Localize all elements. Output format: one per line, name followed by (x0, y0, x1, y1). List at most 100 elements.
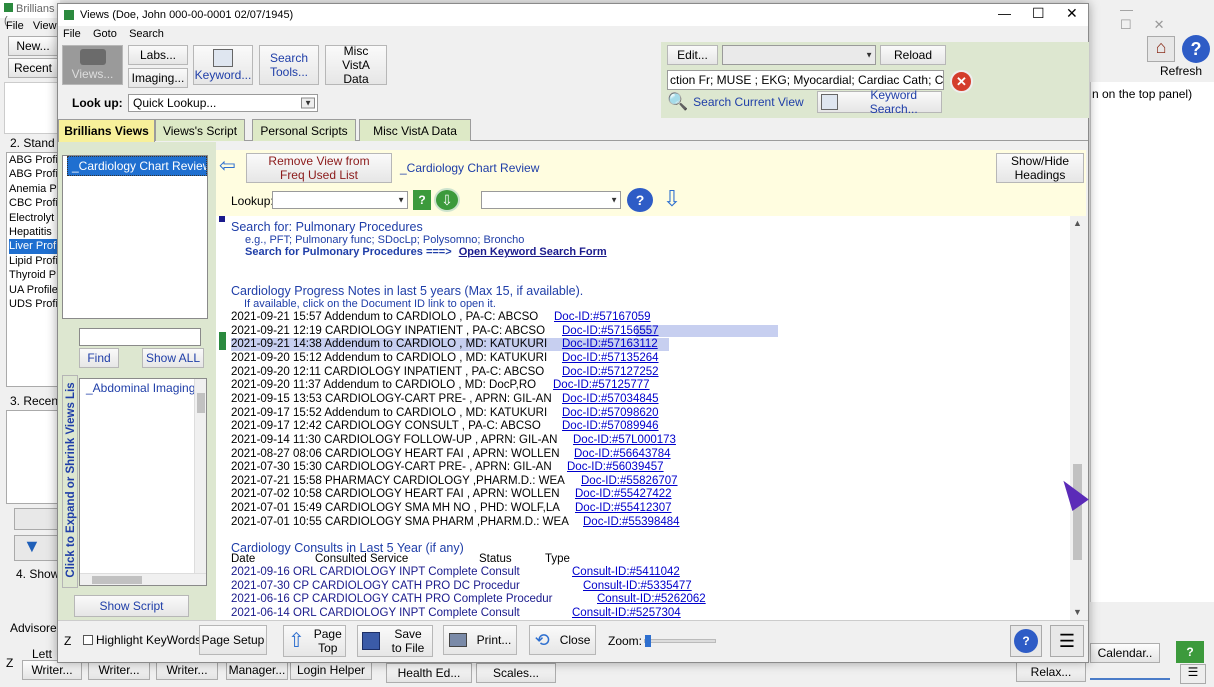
bg-standard-item[interactable]: UDS Profi (9, 297, 59, 311)
doc-id-link[interactable]: Doc-ID:#57163112 (562, 338, 658, 351)
bg-standard-item[interactable]: Anemia P (9, 182, 59, 196)
reload-button[interactable]: Reload (880, 45, 946, 65)
bg-new-button[interactable]: New... (8, 36, 58, 56)
consult-id-link[interactable]: Consult-ID:#5262062 (597, 593, 706, 606)
bg-standard-item[interactable]: ABG Profi (9, 153, 59, 167)
menu-search[interactable]: Search (129, 28, 164, 40)
page-setup-button[interactable]: Page Setup (199, 625, 267, 655)
zoom-slider-thumb[interactable] (645, 635, 651, 647)
bg-standard-item[interactable]: ABG Profi (9, 167, 59, 181)
views-list[interactable]: _Cardiology Chart Review_COVID-19 Chart … (62, 155, 208, 319)
down-arrow-icon[interactable]: ⇩ (660, 188, 684, 212)
scroll-thumb-h-mini[interactable] (92, 576, 142, 584)
search-terms-input[interactable]: ction Fr; MUSE ; EKG; Myocardial; Cardia… (667, 70, 944, 90)
zoom-slider[interactable] (644, 635, 716, 647)
tab-misc-vista-data[interactable]: Misc VistA Data (359, 119, 471, 141)
show-hide-headings-button[interactable]: Show/Hide Headings (996, 153, 1084, 183)
open-keyword-search-link[interactable]: Open Keyword Search Form (459, 246, 607, 258)
bg-slider[interactable] (1090, 668, 1170, 680)
bg-standard-item[interactable]: CBC Profi (9, 196, 59, 210)
views-list-2[interactable]: _Abdominal Imaging (_Anticoagulation Cha… (79, 378, 207, 586)
close-button[interactable]: ⟲ Close (529, 625, 596, 655)
doc-id-link[interactable]: Doc-ID:#57034845 (562, 393, 659, 406)
tab-personal-scripts[interactable]: Personal Scripts (252, 119, 356, 141)
views-button[interactable]: Views... (62, 45, 123, 85)
search-tools-button[interactable]: Search Tools... (259, 45, 319, 85)
bg-refresh-label[interactable]: Refresh (1160, 64, 1202, 78)
find-input[interactable] (79, 328, 201, 346)
search-profile-combo[interactable]: ▼ (722, 45, 876, 65)
current-view-title[interactable]: _Cardiology Chart Review (400, 161, 539, 175)
scrollbar-h-mini[interactable] (80, 573, 206, 585)
list-icon-bottom[interactable]: ☰ (1180, 664, 1206, 684)
highlight-keywords-checkbox[interactable]: Highlight KeyWords (83, 633, 201, 647)
filter-icon[interactable]: ▼ (14, 535, 58, 561)
edit-button[interactable]: Edit... (667, 45, 718, 65)
content-lookup-combo[interactable]: ▼ (272, 191, 408, 209)
taskbar-button[interactable]: Health Ed... (386, 663, 472, 683)
help-bottom-icon[interactable]: ? (1010, 625, 1042, 657)
close-window-button[interactable]: ✕ (1066, 5, 1078, 22)
misc-vista-button[interactable]: Misc VistA Data (325, 44, 387, 86)
bg-filter-button[interactable] (14, 508, 58, 530)
bg-standard-item[interactable]: UA Profile (9, 283, 59, 297)
menu-file[interactable]: File (63, 28, 81, 40)
list-view-icon[interactable]: ☰ (1050, 625, 1084, 657)
doc-id-link[interactable]: Doc-ID:#57125777 (553, 379, 650, 392)
bg-standard-item[interactable]: Liver Prof (9, 239, 59, 254)
report-scrollbar[interactable]: ▲ ▼ (1070, 216, 1086, 620)
clear-search-icon[interactable]: ✕ (950, 70, 973, 93)
doc-id-link[interactable]: Doc-ID:#57127252 (562, 366, 659, 379)
keyword-search-button[interactable]: Keyword Search... (817, 88, 942, 116)
doc-id-link[interactable]: Doc-ID:#55826707 (581, 475, 678, 488)
doc-id-link[interactable]: Doc-ID:#57L000173 (573, 434, 676, 447)
scroll-thumb-mini[interactable] (197, 393, 205, 413)
bg-standard-item[interactable]: Thyroid P (9, 268, 59, 282)
search-current-view-button[interactable]: 🔍 Search Current View (667, 91, 810, 113)
quick-lookup-combo[interactable]: Quick Lookup... ▼ (128, 94, 318, 112)
doc-id-link[interactable]: Doc-ID:#57167059 (554, 311, 651, 324)
page-top-button[interactable]: ⇧ Page Top (283, 625, 346, 657)
bg-help-green-icon[interactable]: ? (1176, 641, 1204, 663)
taskbar-button[interactable]: Writer... (88, 660, 150, 680)
doc-id-link[interactable]: Doc-ID:#57098620 (562, 407, 659, 420)
bg-menu-file[interactable]: File (6, 20, 24, 32)
taskbar-button[interactable]: Writer... (22, 660, 82, 680)
doc-id-link[interactable]: Doc-ID:#55398484 (583, 516, 680, 529)
doc-id-link[interactable]: Doc-ID:#55412307 (575, 502, 672, 515)
labs-button[interactable]: Labs... (128, 45, 188, 65)
keyword-button[interactable]: Keyword... (193, 45, 253, 85)
print-button[interactable]: Print... (443, 625, 517, 655)
menu-goto[interactable]: Goto (93, 28, 117, 40)
save-to-file-button[interactable]: Save to File (357, 625, 433, 657)
doc-id-link[interactable]: Doc-ID:#57089946 (562, 420, 659, 433)
house-icon[interactable]: ⌂ (1147, 36, 1175, 62)
taskbar-button[interactable]: Writer... (156, 660, 218, 680)
show-all-button[interactable]: Show ALL (142, 348, 204, 368)
content-filter-combo[interactable]: ▼ (481, 191, 621, 209)
consult-id-link[interactable]: Consult-ID:#5257304 (572, 607, 681, 620)
scrollbar-v-mini[interactable] (194, 379, 206, 575)
bg-standard-item[interactable]: Lipid Profi (9, 254, 59, 268)
doc-id-link[interactable]: Doc-ID:#57135264 (562, 352, 659, 365)
scroll-down-icon[interactable]: ▼ (1073, 607, 1082, 617)
view-list2-item[interactable]: _Abdominal Imaging ( (83, 379, 195, 399)
imaging-button[interactable]: Imaging... (128, 68, 188, 88)
help-icon-top[interactable]: ? (1182, 35, 1210, 63)
tab-brillians-views[interactable]: Brillians Views (58, 119, 155, 142)
doc-id-link[interactable]: Doc-ID:#56643784 (574, 448, 671, 461)
help-blue-icon[interactable]: ? (627, 188, 653, 212)
view-list-item[interactable]: _Cardiology Chart Review (67, 156, 207, 176)
taskbar-button[interactable]: Manager... (226, 660, 288, 680)
bg-recent-button[interactable]: Recent (8, 58, 58, 78)
doc-id-link[interactable]: Doc-ID:#57156557 (562, 325, 659, 338)
expand-shrink-toggle[interactable]: Click to Expand or Shrink Views Lis (62, 375, 78, 588)
bg-relax-button[interactable]: Relax... (1016, 662, 1086, 682)
maximize-button[interactable]: ☐ (1032, 5, 1045, 22)
checkbox-box[interactable] (83, 635, 93, 645)
scroll-up-icon[interactable]: ▲ (1073, 218, 1082, 228)
consult-id-link[interactable]: Consult-ID:#5335477 (583, 580, 692, 593)
bg-calendar-button[interactable]: Calendar.. (1090, 643, 1160, 663)
bg-menu-view[interactable]: View (33, 20, 57, 32)
show-script-button[interactable]: Show Script (74, 595, 189, 617)
